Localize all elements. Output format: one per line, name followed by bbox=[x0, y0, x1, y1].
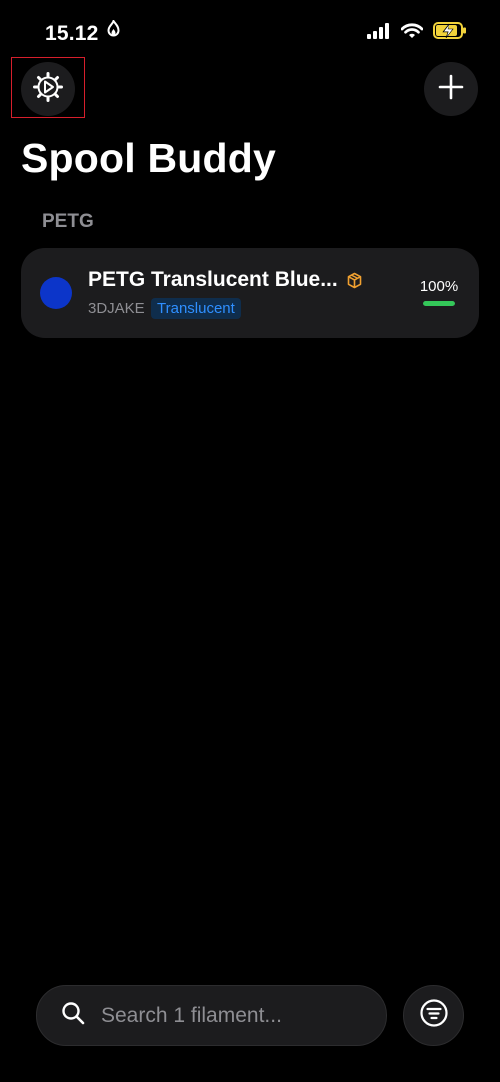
remaining-percent: 100% bbox=[419, 278, 459, 295]
wifi-icon bbox=[400, 22, 424, 44]
battery-icon bbox=[433, 22, 467, 44]
color-swatch bbox=[40, 277, 72, 309]
search-input[interactable] bbox=[99, 1002, 373, 1029]
filter-button[interactable] bbox=[403, 985, 464, 1046]
page-title: Spool Buddy bbox=[21, 135, 277, 181]
plus-icon bbox=[438, 74, 464, 105]
box-icon bbox=[346, 272, 363, 294]
status-icons bbox=[367, 22, 467, 44]
filament-brand: 3DJAKE bbox=[88, 300, 145, 317]
signal-icon bbox=[367, 22, 391, 44]
add-spool-button[interactable] bbox=[424, 62, 478, 116]
remaining-progress-fill bbox=[423, 301, 455, 306]
status-time-text: 15.12 bbox=[45, 21, 99, 45]
tag-badge: Translucent bbox=[151, 298, 241, 319]
settings-gear-play-icon bbox=[32, 71, 64, 108]
search-icon bbox=[61, 1001, 85, 1030]
remaining-progress-bar bbox=[423, 301, 455, 306]
filament-list-item[interactable] bbox=[21, 248, 479, 338]
activity-icon bbox=[105, 18, 122, 47]
settings-button[interactable] bbox=[21, 62, 75, 116]
section-header-petg: PETG bbox=[42, 211, 94, 232]
status-time: 15.12 bbox=[45, 18, 122, 47]
search-bar[interactable] bbox=[36, 985, 387, 1046]
filter-icon bbox=[419, 998, 449, 1033]
filament-name: PETG Translucent Blue... bbox=[88, 268, 338, 291]
